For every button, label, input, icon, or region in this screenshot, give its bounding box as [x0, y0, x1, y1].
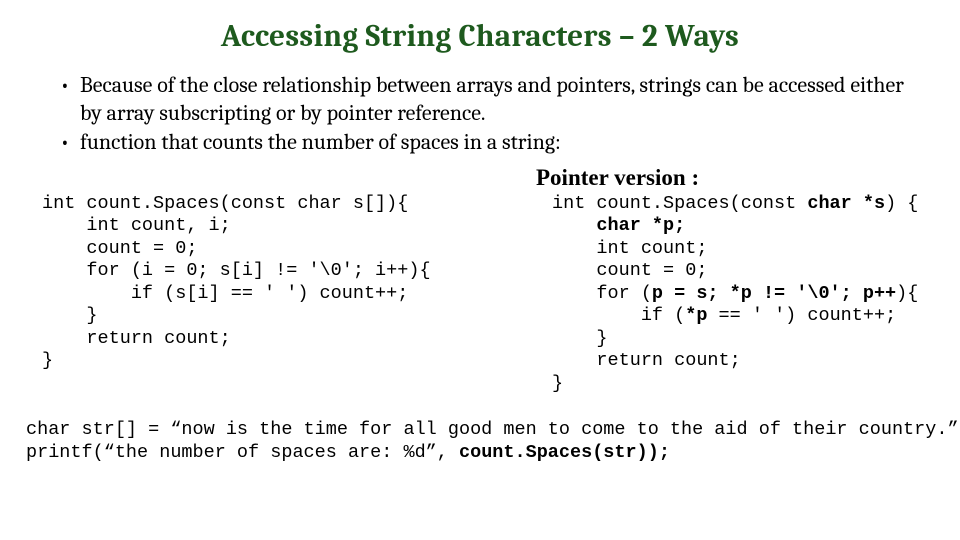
- code-line: == ' ') count++;: [707, 305, 896, 326]
- code-line: }: [552, 328, 608, 349]
- code-line: ) {: [885, 193, 918, 214]
- code-line: }: [42, 305, 98, 326]
- code-line: for (: [552, 283, 652, 304]
- code-bold: p = s; *p != '\0'; p++: [652, 283, 896, 304]
- pointer-version-heading: Pointer version :: [536, 165, 924, 191]
- code-line: int count, i;: [42, 215, 231, 236]
- code-line: if (: [552, 305, 685, 326]
- code-line: if (s[i] == ' ') count++;: [42, 283, 408, 304]
- code-line: count = 0;: [42, 238, 197, 259]
- code-line: int count.Spaces(const char s[]){: [42, 193, 408, 214]
- code-line: char str[] = “now is the time for all go…: [26, 419, 960, 440]
- code-line: [552, 215, 596, 236]
- code-line: for (i = 0; s[i] != '\0'; i++){: [42, 260, 431, 281]
- code-bold: *p: [685, 305, 707, 326]
- code-line: }: [42, 350, 53, 371]
- bullet-list: Because of the close relationship betwee…: [60, 72, 924, 157]
- code-line: int count;: [552, 238, 707, 259]
- code-bold: char *p;: [596, 215, 685, 236]
- code-line: int count.Spaces(const: [552, 193, 807, 214]
- code-line: count = 0;: [552, 260, 707, 281]
- code-line: return count;: [552, 350, 741, 371]
- code-bold: count.Spaces(str));: [459, 442, 670, 463]
- code-bold: char *s: [807, 193, 885, 214]
- code-usage-example: char str[] = “now is the time for all go…: [26, 418, 924, 464]
- code-columns: int count.Spaces(const char s[]){ int co…: [36, 193, 924, 396]
- code-line: }: [552, 373, 563, 394]
- slide-title: Accessing String Characters – 2 Ways: [36, 18, 924, 54]
- code-line: printf(“the number of spaces are: %d”,: [26, 442, 459, 463]
- bullet-item: function that counts the number of space…: [60, 129, 924, 157]
- code-line: ){: [896, 283, 918, 304]
- code-array-version: int count.Spaces(const char s[]){ int co…: [42, 193, 522, 374]
- code-pointer-version: int count.Spaces(const char *s) { char *…: [552, 193, 924, 396]
- bullet-item: Because of the close relationship betwee…: [60, 72, 924, 127]
- code-line: return count;: [42, 328, 231, 349]
